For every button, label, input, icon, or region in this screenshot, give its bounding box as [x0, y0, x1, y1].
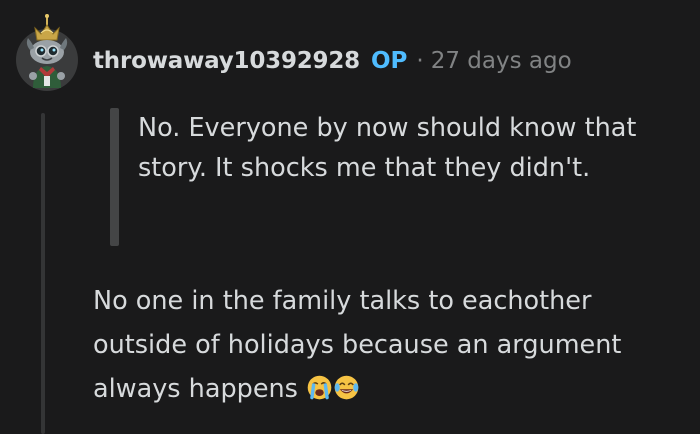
comment: throwaway10392928 OP · 27 days ago No. E… — [0, 0, 700, 434]
face-with-tears-of-joy-icon — [334, 375, 359, 400]
op-badge: OP — [370, 48, 408, 74]
thread-collapse-line[interactable] — [41, 113, 45, 434]
comment-timestamp[interactable]: 27 days ago — [431, 48, 572, 74]
comment-meta: throwaway10392928 OP · 27 days ago — [93, 44, 572, 78]
meta-separator: · — [416, 48, 424, 74]
loudly-crying-face-icon — [307, 375, 332, 400]
user-avatar[interactable] — [15, 14, 79, 92]
blockquote-bar — [110, 108, 119, 246]
blockquote-text: No. Everyone by now should know that sto… — [138, 113, 637, 183]
username-link[interactable]: throwaway10392928 — [93, 48, 360, 74]
avatar-snoo-icon — [16, 14, 78, 91]
comment-body: No one in the family talks to eachother … — [93, 279, 693, 411]
blockquote: No. Everyone by now should know that sto… — [110, 108, 680, 246]
